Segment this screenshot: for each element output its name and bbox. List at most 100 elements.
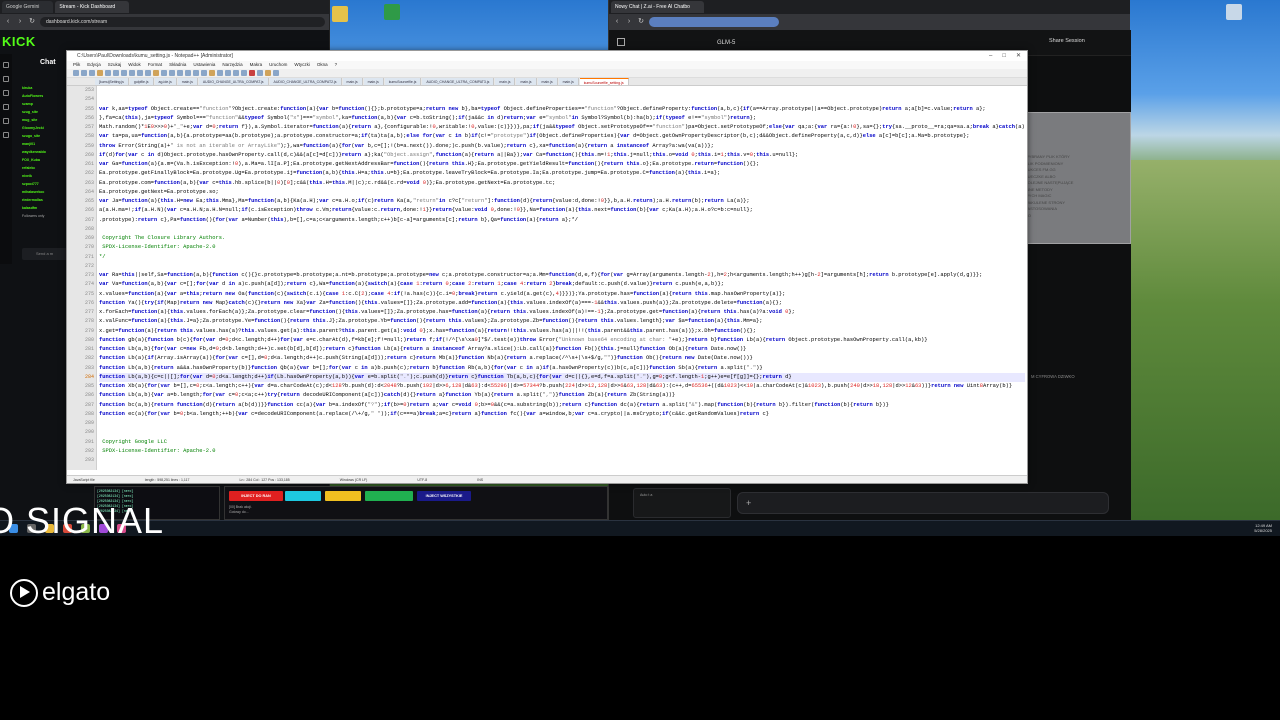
code-line[interactable]: throw Error(String(a)+" is not an iterab… [99, 142, 1025, 151]
minimize-icon[interactable]: – [989, 51, 992, 61]
code-line[interactable]: x.forEach=function(a){this.values.forEac… [99, 308, 1025, 317]
play-macro-icon[interactable] [265, 70, 271, 76]
code-area[interactable]: var k,aa=typeof Object.create=="function… [99, 86, 1025, 470]
yellow-button[interactable] [325, 491, 361, 501]
document-tab[interactable]: main.js [537, 78, 558, 85]
chat-username[interactable]: kiruka [22, 86, 32, 90]
chat-username[interactable]: FOX_Kuba [22, 158, 40, 162]
code-line[interactable]: var Ra=this||self,Sa=function(a,b){funct… [99, 271, 1025, 280]
code-line[interactable]: function gb(a){function b(c){for(var d=0… [99, 336, 1025, 345]
code-line[interactable]: function Lb(a,b){return a&&a.hasOwnPrope… [99, 364, 1025, 373]
chat-username[interactable]: waydkerwaldo [22, 150, 46, 154]
code-line[interactable]: x.get=function(a){return this.values.has… [99, 327, 1025, 336]
indent-icon[interactable] [217, 70, 223, 76]
tools-icon[interactable] [3, 118, 9, 124]
green-button[interactable] [365, 491, 413, 501]
forward-arrow-icon[interactable]: › [625, 18, 633, 26]
system-clock[interactable]: 12:49 AM 5/28/2025 [1254, 523, 1272, 533]
fold-icon[interactable] [225, 70, 231, 76]
document-tab[interactable]: main.js [495, 78, 516, 85]
code-line[interactable]: function Xb(a){for(var b=[],c=0;c<a.leng… [99, 382, 1025, 391]
menu-item[interactable]: Plik [73, 61, 80, 69]
undo-icon[interactable] [153, 70, 159, 76]
back-arrow-icon[interactable]: ‹ [613, 18, 621, 26]
reload-icon[interactable]: ↻ [637, 18, 645, 26]
chat-username[interactable]: GloomyJecki [22, 126, 44, 130]
maximize-icon[interactable]: □ [1002, 51, 1006, 61]
document-tab[interactable]: main.js [516, 78, 537, 85]
chat-username[interactable]: mihalaserkoc [22, 190, 44, 194]
sync-icon[interactable] [201, 70, 207, 76]
document-tab[interactable]: AUDIO_CHANGE_ULTRA_COMPAT.js [198, 78, 269, 85]
wrap-icon[interactable] [209, 70, 215, 76]
code-line[interactable]: SPDX-License-Identifier: Apache-2.0 [99, 447, 1025, 456]
code-line[interactable]: function Lb(a){if(Array.isArray(a)){for(… [99, 354, 1025, 363]
back-arrow-icon[interactable]: ‹ [4, 18, 12, 26]
inject-all-button[interactable]: INJECT WSZYSTKIE [417, 491, 471, 501]
document-tab[interactable]: main.js [342, 78, 363, 85]
menu-item[interactable]: Wtyczki [294, 61, 310, 69]
document-tab[interactable]: ag-ide.js [154, 78, 177, 85]
cyan-button[interactable] [285, 491, 321, 501]
document-tab[interactable]: [kumu]Setting.js [95, 78, 129, 85]
document-tab[interactable]: main.js [363, 78, 384, 85]
browser-tab[interactable]: Google Gemini [2, 1, 54, 13]
code-line[interactable] [99, 225, 1025, 234]
new-file-icon[interactable] [73, 70, 79, 76]
close-all-icon[interactable] [113, 70, 119, 76]
forward-arrow-icon[interactable]: › [16, 18, 24, 26]
chat-username[interactable]: mug_site [22, 118, 37, 122]
doc-map-icon[interactable] [233, 70, 239, 76]
replace-icon[interactable] [177, 70, 183, 76]
browser-tab-active[interactable]: Nowy Chat | Z.ai - Free AI Chatbo [611, 1, 704, 13]
code-line[interactable]: x.values=function(a){var a=this;return n… [99, 290, 1025, 299]
find-icon[interactable] [169, 70, 175, 76]
copy-icon[interactable] [137, 70, 143, 76]
document-tab[interactable]: kumuSourcefile_setting.js [579, 78, 629, 85]
run-icon[interactable] [273, 70, 279, 76]
code-line[interactable] [99, 456, 1025, 465]
code-line[interactable]: Math.random()*1E9>>>0)+"_"+e;var d=0;ret… [99, 123, 1025, 132]
menu-item[interactable]: Szukaj [108, 61, 122, 69]
code-line[interactable]: var Va=function(a,b){var c=[];for(var d … [99, 280, 1025, 289]
address-bar[interactable]: dashboard.kick.com/stream [40, 17, 325, 27]
chat-icon[interactable] [3, 90, 9, 96]
code-line[interactable] [99, 262, 1025, 271]
code-line[interactable] [99, 428, 1025, 437]
share-session-button[interactable]: Share Session [1049, 38, 1085, 44]
function-list-icon[interactable] [241, 70, 247, 76]
document-tab[interactable]: gulpfile.js [129, 78, 154, 85]
document-tab[interactable]: kumuSourcefile.js [384, 78, 422, 85]
stop-macro-icon[interactable] [257, 70, 263, 76]
chat-username[interactable]: kalasdfm [22, 206, 37, 210]
close-icon[interactable]: ✕ [1016, 51, 1021, 61]
menu-item[interactable]: Składnia [169, 61, 186, 69]
chat-input-box[interactable]: + [737, 492, 1109, 514]
redo-icon[interactable] [161, 70, 167, 76]
browser-tab-active[interactable]: Stream - Kick Dashboard [55, 1, 130, 13]
paste-icon[interactable] [145, 70, 151, 76]
home-icon[interactable] [3, 62, 9, 68]
stream-icon[interactable] [3, 76, 9, 82]
save-icon[interactable] [89, 70, 95, 76]
menu-item[interactable]: ? [335, 61, 338, 69]
code-line[interactable] [99, 95, 1025, 104]
menu-item[interactable]: Okna [317, 61, 328, 69]
code-line[interactable]: Ea.prototype.getNext=Ea.prototype.so; [99, 188, 1025, 197]
chat-username[interactable]: refalekc [22, 166, 35, 170]
code-line[interactable]: function Lb(a,b){c=c||[];for(var d=0;d<a… [99, 372, 1025, 382]
chat-username[interactable]: riedermollas [22, 198, 43, 202]
desktop-icon-3[interactable] [1226, 4, 1242, 20]
code-line[interactable]: function ec(a){for(var b=0;b<a.length;++… [99, 410, 1025, 419]
code-line[interactable]: function Lb(a,b){var a=b.length;for(var … [99, 391, 1025, 400]
zoom-in-icon[interactable] [185, 70, 191, 76]
code-line[interactable]: var ta=pa,ua=function(a,b){a.prototype=a… [99, 132, 1025, 141]
cut-icon[interactable] [129, 70, 135, 76]
shield-icon[interactable] [3, 132, 9, 138]
code-line[interactable]: a(a.H.ma=!;if(a.H.N)(var c=a.H.N;a.H.N=n… [99, 206, 1025, 215]
document-tab[interactable]: main.js [558, 78, 579, 85]
record-macro-icon[interactable] [249, 70, 255, 76]
code-line[interactable]: var Ga=function(a){a.m=(Va.h.isException… [99, 160, 1025, 169]
desktop-icon-1[interactable] [332, 6, 348, 22]
document-tab[interactable]: AUDIO_CHANGE_ULTRA_COMPAT2.js [269, 78, 342, 85]
